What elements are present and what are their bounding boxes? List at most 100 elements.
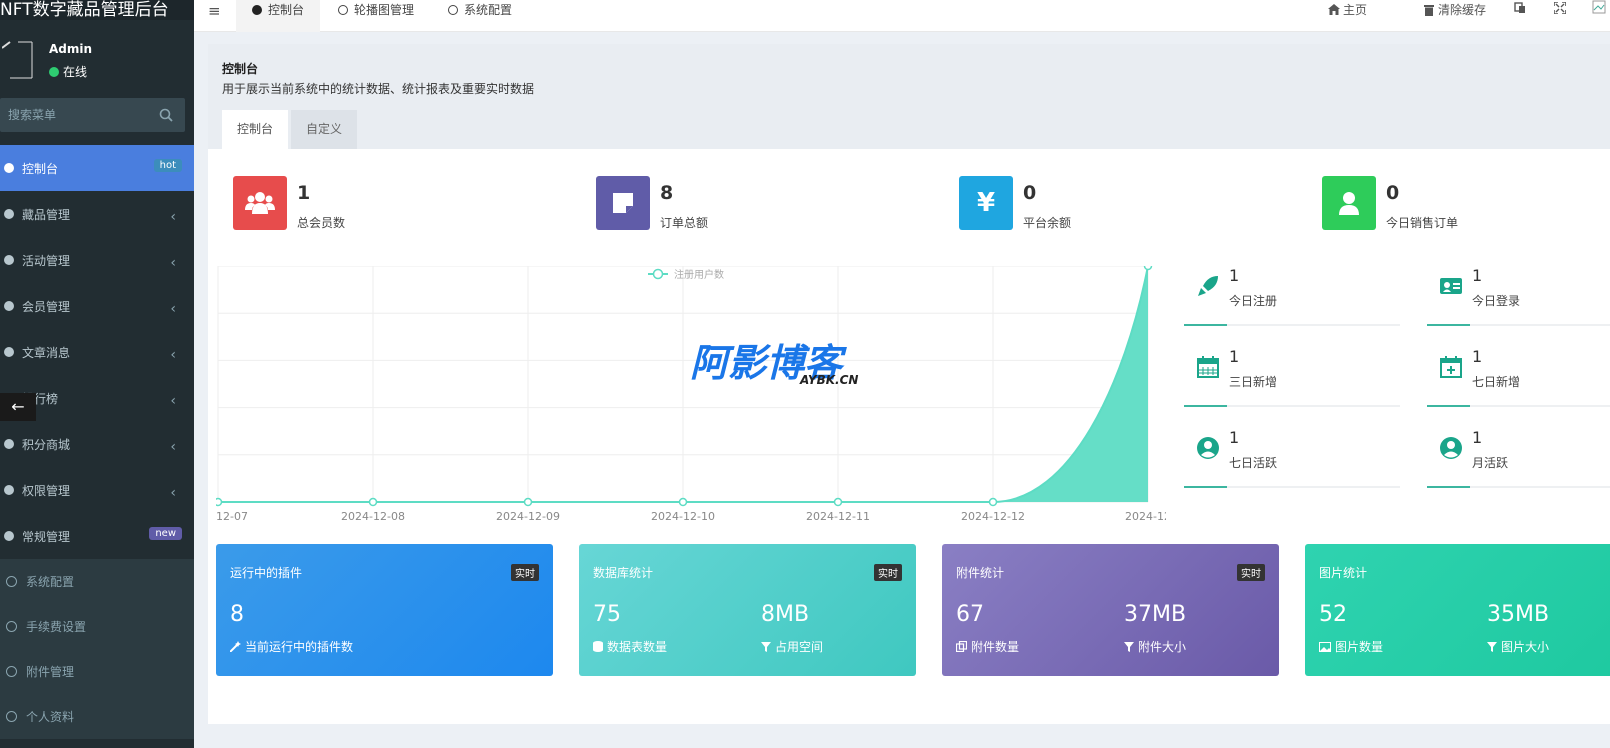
sidebar-menu: 控制台 hot 藏品管理 ‹ 活动管理 ‹ 会员管理 ‹ 文章消息 ‹ 排行榜 … xyxy=(0,145,194,739)
submenu-item-label: 附件管理 xyxy=(26,665,75,679)
mini-label: 三日新增 xyxy=(1229,375,1278,389)
sidebar-item-label: 控制台 xyxy=(22,161,59,176)
clear-cache-link[interactable]: 清除缓存 xyxy=(1424,1,1486,18)
submenu-item-attachments[interactable]: 附件管理 xyxy=(0,649,194,694)
stat-card-balance: ¥ 0 平台余额 xyxy=(959,176,1259,236)
chevron-left-icon: ‹ xyxy=(170,255,176,271)
home-link[interactable]: 主页 xyxy=(1328,1,1367,18)
circle-outline-icon xyxy=(6,621,17,632)
user-panel: Admin 在线 xyxy=(0,20,194,98)
subtab-custom[interactable]: 自定义 xyxy=(291,110,358,149)
x-tick-label: 2024-12-10 xyxy=(651,510,715,523)
tab-system-config[interactable]: 系统配置 xyxy=(432,0,528,32)
submenu-item-label: 手续费设置 xyxy=(26,620,87,634)
id-card-icon xyxy=(1440,278,1462,294)
panel-subtitle-label: 占用空间 xyxy=(775,640,824,654)
page-description: 用于展示当前系统中的统计数据、统计报表及重要实时数据 xyxy=(222,82,535,96)
user-status: 在线 xyxy=(49,63,87,80)
mini-stat-three-day: 1 三日新增 xyxy=(1184,347,1400,407)
sidebar-item-general[interactable]: 常规管理 new xyxy=(0,513,194,559)
data-point xyxy=(833,497,843,507)
circle-icon xyxy=(4,301,14,311)
circle-icon xyxy=(4,209,14,219)
circle-icon xyxy=(4,439,14,449)
back-arrow-icon[interactable]: ← xyxy=(0,393,36,421)
hamburger-icon[interactable]: ≡ xyxy=(208,2,221,20)
data-point xyxy=(678,497,688,507)
sidebar: NFT数字藏品管理后台 Admin 在线 控制台 hot 藏品管理 ‹ xyxy=(0,0,194,748)
x-tick-label: 2024-12-08 xyxy=(341,510,405,523)
circle-outline-icon xyxy=(6,576,17,587)
topbar: ≡ 控制台 轮播图管理 系统配置 主页 清除缓存 xyxy=(194,0,1610,32)
accent-bar xyxy=(1427,324,1470,326)
circle-outline-icon xyxy=(338,5,348,15)
submenu-item-fee-settings[interactable]: 手续费设置 xyxy=(0,604,194,649)
fullscreen-icon[interactable] xyxy=(1554,2,1566,14)
broken-image-icon[interactable] xyxy=(1592,0,1606,14)
panel-subtitle: 附件数量 xyxy=(956,638,1019,655)
magic-wand-icon xyxy=(230,641,241,652)
panel-subtitle: 当前运行中的插件数 xyxy=(230,638,353,655)
submenu-item-label: 系统配置 xyxy=(26,575,75,589)
subtab-dashboard[interactable]: 控制台 xyxy=(222,110,289,149)
menu-search-input[interactable] xyxy=(0,98,150,132)
mini-value: 1 xyxy=(1229,428,1240,447)
x-tick-label: 2024-12-09 xyxy=(496,510,560,523)
submenu-item-profile[interactable]: 个人资料 xyxy=(0,694,194,739)
watermark-sub: AYBK.CN xyxy=(799,373,858,387)
filter-icon xyxy=(1487,641,1497,652)
mini-label: 月活跃 xyxy=(1472,456,1509,470)
panel-subtitle: 数据表数量 xyxy=(593,638,667,655)
sidebar-item-members[interactable]: 会员管理 ‹ xyxy=(0,283,194,329)
note-icon xyxy=(613,193,633,213)
mini-label: 七日新增 xyxy=(1472,375,1521,389)
sidebar-item-dashboard[interactable]: 控制台 hot xyxy=(0,145,194,191)
sidebar-item-points-mall[interactable]: 积分商城 ‹ xyxy=(0,421,194,467)
circle-icon xyxy=(4,347,14,357)
mini-stat-seven-day-active: 1 七日活跃 xyxy=(1184,428,1400,488)
panel-title: 附件统计 xyxy=(956,566,1005,580)
legend-label: 注册用户数 xyxy=(674,268,724,281)
stat-label: 平台余额 xyxy=(1023,216,1072,230)
sidebar-item-activities[interactable]: 活动管理 ‹ xyxy=(0,237,194,283)
mini-stat-today-login: 1 今日登录 xyxy=(1427,266,1610,326)
stat-icon-box xyxy=(1322,176,1376,230)
panel-subtitle-label: 当前运行中的插件数 xyxy=(245,640,354,654)
tab-banner-management[interactable]: 轮播图管理 xyxy=(322,0,430,32)
panel-value: 52 xyxy=(1319,602,1347,627)
data-point xyxy=(988,497,998,507)
mini-stat-today-register: 1 今日注册 xyxy=(1184,266,1400,326)
panel-subtitle-label: 图片数量 xyxy=(1335,640,1384,654)
chevron-left-icon: ‹ xyxy=(170,485,176,501)
panel-title: 运行中的插件 xyxy=(230,566,303,580)
submenu-item-system-config[interactable]: 系统配置 xyxy=(0,559,194,604)
tab-dashboard[interactable]: 控制台 xyxy=(236,0,321,32)
search-icon[interactable] xyxy=(159,108,173,122)
accent-bar xyxy=(1184,486,1227,488)
stat-icon-box xyxy=(233,176,287,230)
panel-subtitle: 图片数量 xyxy=(1319,638,1383,655)
circle-icon xyxy=(4,255,14,265)
realtime-badge: 实时 xyxy=(874,564,902,581)
sidebar-item-collections[interactable]: 藏品管理 ‹ xyxy=(0,191,194,237)
data-point xyxy=(368,497,378,507)
sidebar-item-permissions[interactable]: 权限管理 ‹ xyxy=(0,467,194,513)
panel-subtitle-label: 附件大小 xyxy=(1138,640,1187,654)
menu-search xyxy=(0,98,185,132)
user-status-label: 在线 xyxy=(63,65,88,79)
chevron-left-icon: ‹ xyxy=(170,301,176,317)
watermark-logo: 阿影博客 AYBK.CN xyxy=(690,341,858,387)
sidebar-item-label: 活动管理 xyxy=(22,253,71,268)
mini-label: 七日活跃 xyxy=(1229,456,1278,470)
translate-icon[interactable] xyxy=(1514,2,1526,14)
user-circle-icon xyxy=(1197,437,1219,459)
mini-value: 1 xyxy=(1229,266,1240,285)
avatar xyxy=(2,41,33,79)
stat-value: 0 xyxy=(1386,182,1400,204)
sidebar-item-articles[interactable]: 文章消息 ‹ xyxy=(0,329,194,375)
accent-bar xyxy=(1184,405,1227,407)
x-tick-label: 12-07 xyxy=(216,510,248,523)
user-icon xyxy=(1339,192,1359,215)
panel-subtitle-label: 数据表数量 xyxy=(607,640,668,654)
panel-value: 67 xyxy=(956,602,984,627)
